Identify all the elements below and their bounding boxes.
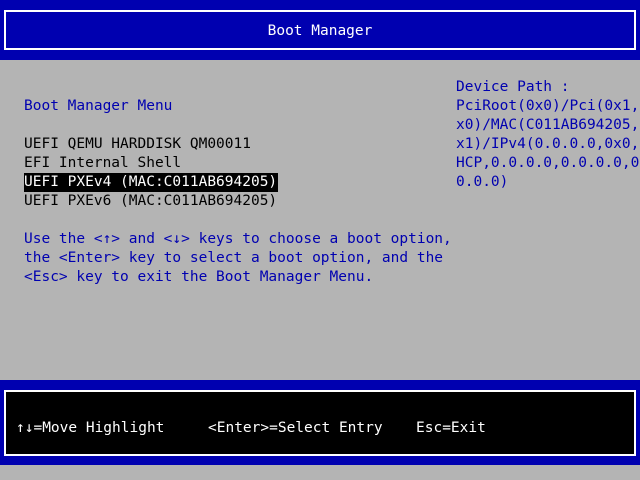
device-path-value: PciRoot(0x0)/Pci(0x1,0 x0)/MAC(C011AB694…	[456, 97, 640, 192]
boot-option-qemu-harddisk[interactable]: UEFI QEMU HARDDISK QM00011	[24, 135, 252, 154]
footer-select-entry: <Enter>=Select Entry	[208, 420, 383, 436]
page-title: Boot Manager	[267, 23, 373, 39]
boot-option-pxev4[interactable]: UEFI PXEv4 (MAC:C011AB694205)	[24, 173, 279, 192]
help-text: Use the <↑> and <↓> keys to choose a boo…	[24, 230, 452, 287]
device-path-line: x0)/MAC(C011AB694205,0	[456, 117, 640, 133]
device-path-line: 0.0.0)	[456, 174, 509, 190]
footer-exit: Esc=Exit	[416, 420, 486, 436]
footer-move-highlight: ↑↓=Move Highlight	[16, 420, 165, 436]
help-line: <Esc> key to exit the Boot Manager Menu.	[24, 269, 374, 285]
header-title-box: Boot Manager	[4, 10, 636, 50]
device-path-line: HCP,0.0.0.0,0.0.0.0,0.	[456, 155, 640, 171]
device-path-line: x1)/IPv4(0.0.0.0,0x0,D	[456, 136, 640, 152]
menu-title: Boot Manager Menu	[24, 98, 173, 114]
device-path-line: PciRoot(0x0)/Pci(0x1,0	[456, 98, 640, 114]
help-line: Use the <↑> and <↓> keys to choose a boo…	[24, 231, 452, 247]
boot-option-list: UEFI QEMU HARDDISK QM00011 EFI Internal …	[24, 135, 279, 211]
boot-option-efi-shell[interactable]: EFI Internal Shell	[24, 154, 182, 173]
bios-screen: Boot Manager Boot Manager Menu UEFI QEMU…	[0, 0, 640, 480]
device-path-title: Device Path :	[456, 79, 570, 95]
help-line: the <Enter> key to select a boot option,…	[24, 250, 444, 266]
boot-option-pxev6[interactable]: UEFI PXEv6 (MAC:C011AB694205)	[24, 192, 278, 211]
